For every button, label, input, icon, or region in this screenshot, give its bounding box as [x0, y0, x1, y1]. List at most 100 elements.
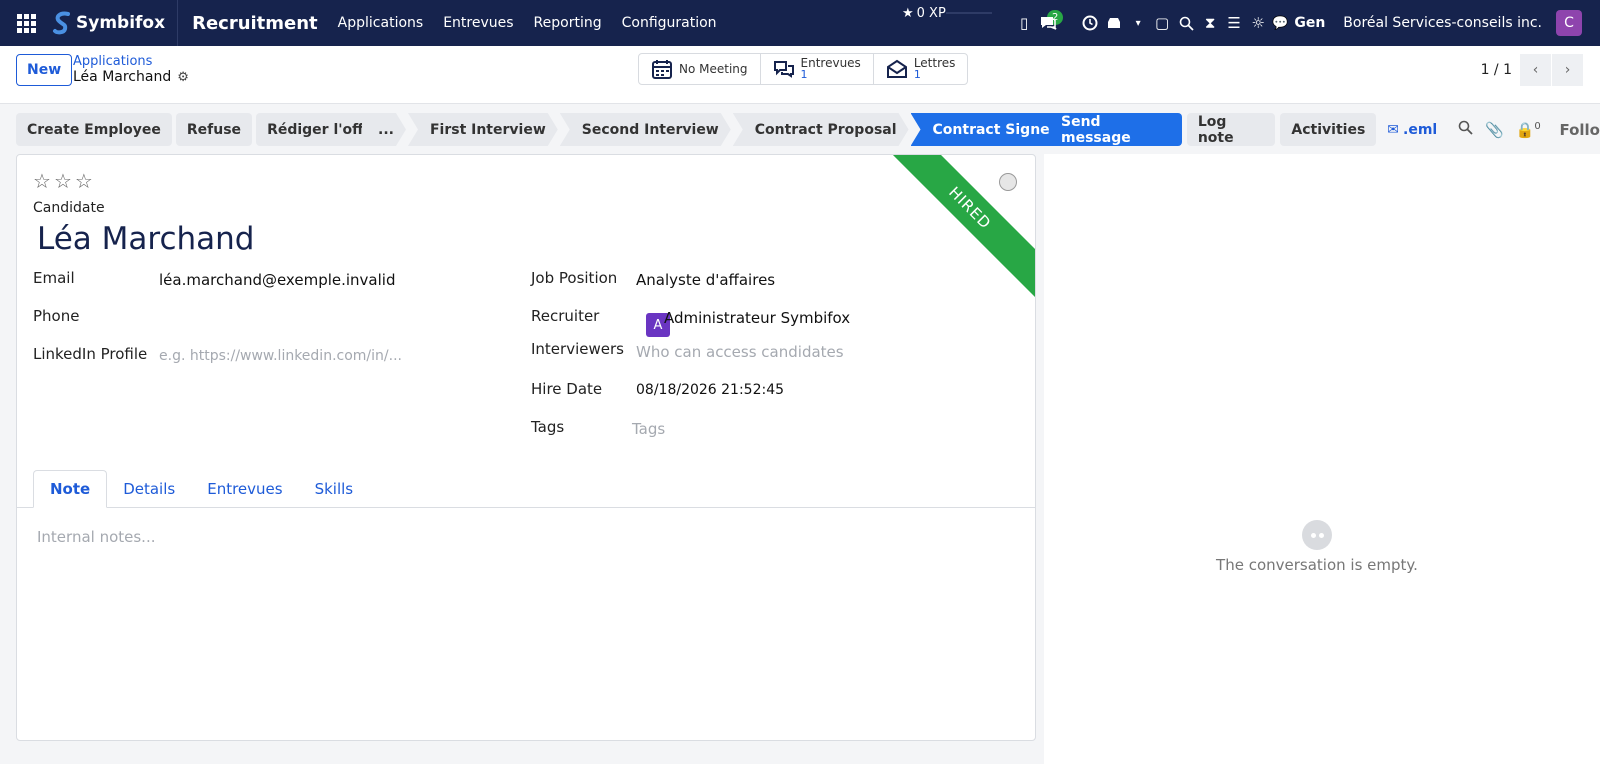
nav-applications[interactable]: Applications	[328, 15, 434, 31]
hourglass-icon[interactable]: ⧗	[1198, 0, 1222, 46]
job-position-field[interactable]: Analyste d'affaires	[636, 271, 775, 289]
form-action-buttons: Create Employee Refuse Rédiger l'offre	[16, 113, 395, 146]
smart-label-meeting: No Meeting	[679, 62, 748, 76]
company-switcher[interactable]: Boréal Services-conseils inc.	[1343, 15, 1542, 31]
chatter-empty-state: The conversation is empty.	[1044, 520, 1590, 574]
star-icon[interactable]: ☆	[33, 169, 51, 193]
eml-button[interactable]: ✉ .eml	[1387, 122, 1437, 138]
follow-button[interactable]: Follo	[1559, 121, 1600, 139]
candidate-name[interactable]: Léa Marchand	[37, 221, 254, 257]
star-icon: ★	[902, 6, 914, 21]
calendar-icon	[652, 60, 672, 79]
internal-notes-field[interactable]: Internal notes...	[37, 528, 156, 546]
phone-label: Phone	[33, 307, 80, 325]
recruiter-label: Recruiter	[531, 307, 600, 325]
clock-icon[interactable]	[1078, 0, 1102, 46]
user-avatar[interactable]: C	[1556, 10, 1582, 36]
followers-count: 0	[1534, 120, 1541, 132]
new-button[interactable]: New	[16, 54, 73, 86]
mobile-icon[interactable]: ▯	[1012, 0, 1036, 46]
empty-conversation-text: The conversation is empty.	[1216, 556, 1418, 574]
brand-logo[interactable]: Symbifox	[52, 0, 179, 46]
module-title[interactable]: Recruitment	[178, 13, 328, 34]
sliders-icon[interactable]: ☰	[1222, 0, 1246, 46]
eml-label: .eml	[1403, 121, 1438, 138]
phone-field[interactable]	[159, 309, 499, 329]
pager-next-icon[interactable]: ›	[1552, 54, 1584, 86]
record-name: Léa Marchand	[73, 69, 172, 85]
smart-button-meeting[interactable]: No Meeting	[639, 54, 761, 84]
job-position-label: Job Position	[531, 269, 618, 287]
systray: ▯ ▾ ▢ ⧗ ☰ ☼ 💬 Gen Boréal Services-consei…	[1012, 0, 1600, 46]
tags-field[interactable]: Tags	[632, 420, 665, 438]
brand-name: Symbifox	[76, 13, 166, 33]
stage-contract-proposal[interactable]: Contract Proposal	[733, 113, 909, 146]
stage-first-interview[interactable]: First Interview	[408, 113, 558, 146]
search-icon[interactable]	[1451, 120, 1480, 139]
paperclip-icon[interactable]: 📎	[1480, 121, 1509, 139]
chat-icon	[773, 61, 794, 78]
activities-button[interactable]: Activities	[1280, 113, 1377, 146]
breadcrumb-current: Léa Marchand ⚙	[73, 69, 189, 85]
candidate-label: Candidate	[33, 200, 105, 216]
hire-date-field[interactable]: 08/18/2026 21:52:45	[636, 382, 784, 398]
smart-button-lettres[interactable]: Lettres 1	[874, 54, 968, 84]
smart-value-entrevues: 1	[800, 68, 808, 81]
nav-reporting[interactable]: Reporting	[524, 15, 612, 31]
interviewers-field[interactable]: Who can access candidates	[636, 343, 844, 361]
tab-details[interactable]: Details	[107, 470, 191, 508]
send-message-button[interactable]: Send message	[1050, 113, 1182, 146]
email-label: Email	[33, 269, 75, 287]
tab-divider	[17, 507, 1035, 508]
top-navbar: Symbifox Recruitment Applications Entrev…	[0, 0, 1600, 46]
hire-date-label: Hire Date	[531, 380, 603, 398]
stage-second-interview[interactable]: Second Interview	[560, 113, 731, 146]
create-employee-button[interactable]: Create Employee	[16, 113, 172, 146]
speech-bubble-icon: 💬	[1272, 15, 1289, 31]
bug-icon[interactable]: ☼	[1246, 0, 1270, 46]
linkedin-field[interactable]: e.g. https://www.linkedin.com/in/...	[159, 348, 402, 364]
smart-button-entrevues[interactable]: Entrevues 1	[761, 54, 874, 84]
nav-configuration[interactable]: Configuration	[612, 15, 727, 31]
tab-skills[interactable]: Skills	[299, 470, 370, 508]
smart-buttons: No Meeting Entrevues 1 Lettres 1	[638, 53, 969, 85]
envelope-open-icon: ✉	[1387, 121, 1400, 138]
priority-stars: ☆ ☆ ☆	[33, 169, 93, 193]
xp-indicator[interactable]: ★ 0 XP	[902, 6, 946, 21]
nav-entrevues[interactable]: Entrevues	[433, 15, 523, 31]
tab-note[interactable]: Note	[33, 470, 108, 508]
email-field[interactable]: léa.marchand@exemple.invalid	[159, 271, 395, 289]
pager: 1 / 1 ‹ ›	[1481, 54, 1584, 86]
kanban-state-toggle[interactable]	[999, 173, 1017, 191]
star-icon[interactable]: ☆	[54, 169, 72, 193]
gear-icon[interactable]: ⚙	[177, 70, 189, 85]
interviewers-label: Interviewers	[531, 340, 624, 358]
tab-entrevues[interactable]: Entrevues	[191, 470, 298, 508]
caret-down-icon[interactable]: ▾	[1126, 0, 1150, 46]
stage-more[interactable]: ...	[362, 113, 406, 146]
search-icon[interactable]	[1174, 0, 1198, 46]
app-menu-icon[interactable]	[0, 0, 52, 46]
star-icon[interactable]: ☆	[75, 169, 93, 193]
followers-lock-icon[interactable]: 🔒0	[1509, 121, 1547, 139]
inbox-icon[interactable]	[1102, 0, 1126, 46]
linkedin-label: LinkedIn Profile	[33, 345, 148, 363]
chat-icon[interactable]	[1036, 0, 1060, 46]
pager-value[interactable]: 1 / 1	[1481, 62, 1512, 78]
breadcrumb-parent[interactable]: Applications	[73, 54, 152, 69]
notebook-tabs: Note Details Entrevues Skills	[33, 470, 369, 508]
tags-label: Tags	[531, 418, 565, 436]
stage-label: Contract Signed	[932, 121, 1060, 138]
xp-value: 0 XP	[916, 6, 946, 21]
log-note-button[interactable]: Log note	[1186, 113, 1276, 146]
smart-label-entrevues: Entrevues	[800, 56, 861, 70]
smart-value-lettres: 1	[913, 68, 921, 81]
gen-label: Gen	[1294, 15, 1326, 31]
form-sheet: HIRED ☆ ☆ ☆ Candidate Léa Marchand Email…	[16, 154, 1036, 741]
symbifox-logo-icon	[53, 11, 70, 35]
note-icon[interactable]: ▢	[1150, 0, 1174, 46]
gen-button[interactable]: 💬 Gen	[1272, 0, 1325, 46]
refuse-button[interactable]: Refuse	[175, 113, 253, 146]
recruiter-field[interactable]: Administrateur Symbifox	[664, 309, 850, 327]
pager-previous-icon[interactable]: ‹	[1520, 54, 1552, 86]
